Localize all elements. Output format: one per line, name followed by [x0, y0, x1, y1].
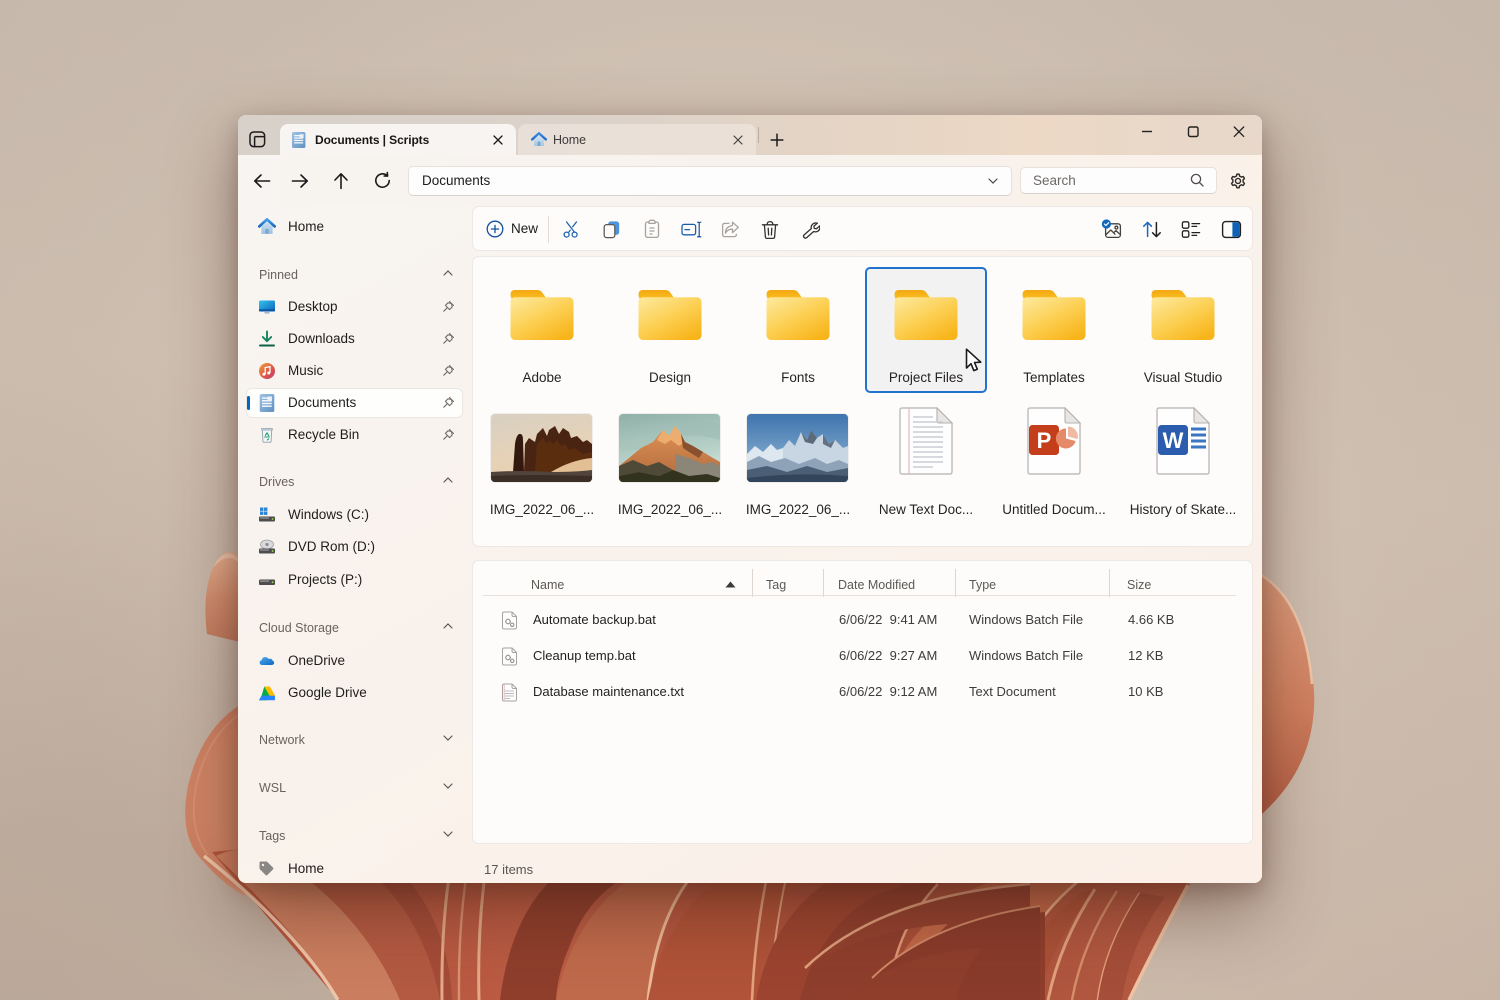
svg-text:W: W	[1163, 428, 1184, 453]
svg-text:P: P	[1037, 428, 1052, 453]
